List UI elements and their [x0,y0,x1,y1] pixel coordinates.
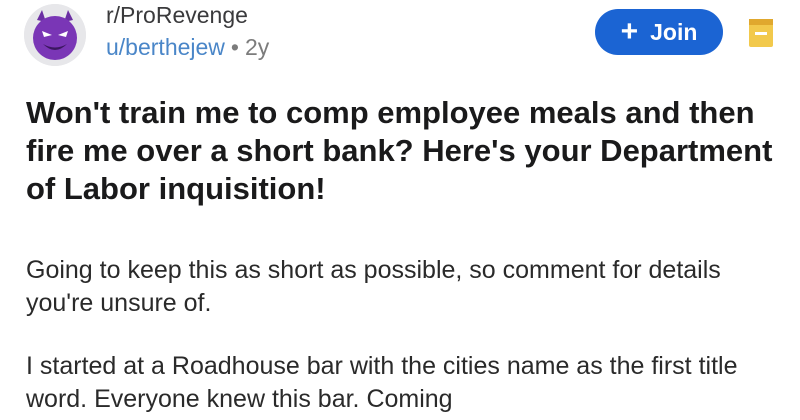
subreddit-name[interactable]: r/ProRevenge [106,2,248,29]
post-header: r/ProRevenge u/berthejew • 2y + Join [0,0,800,82]
plus-icon: + [620,15,639,48]
devil-face-icon [24,4,86,66]
post-body-paragraph: Going to keep this as short as possible,… [26,256,721,317]
post-title[interactable]: Won't train me to comp employee meals an… [26,94,786,208]
bookmark-icon[interactable] [748,18,774,48]
join-label: Join [650,18,698,45]
post-age: 2y [244,34,270,60]
post-meta: u/berthejew • 2y [106,34,269,61]
subreddit-avatar[interactable] [24,4,86,66]
post-body-paragraph: I started at a Roadhouse bar with the ci… [26,352,738,413]
meta-separator: • [230,34,239,60]
join-button[interactable]: + Join [595,9,723,55]
author-username[interactable]: u/berthejew [106,34,225,60]
